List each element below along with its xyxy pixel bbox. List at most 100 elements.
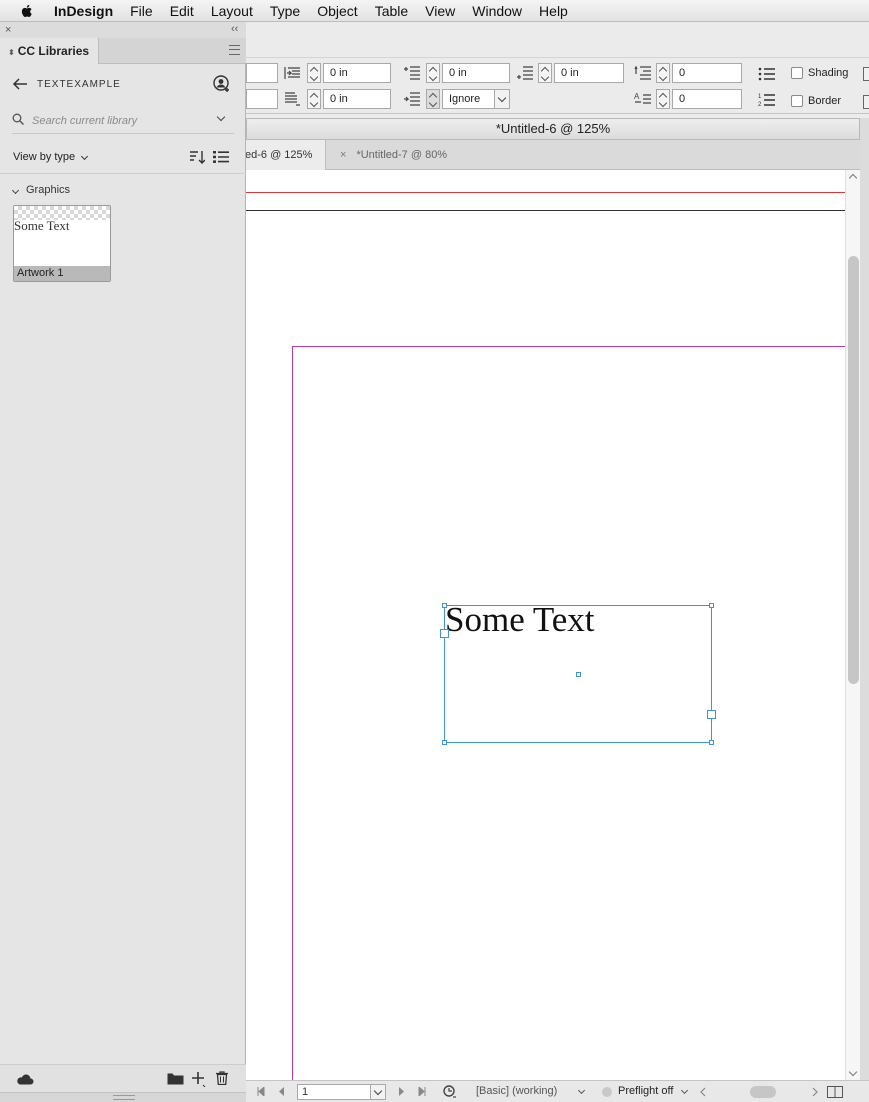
right-indent-field-partial[interactable] — [246, 89, 278, 109]
panel-close-icon[interactable]: × — [5, 24, 11, 36]
collaborate-icon[interactable] — [213, 75, 231, 93]
out-port[interactable] — [707, 710, 716, 719]
view-by-dropdown[interactable]: View by type — [13, 151, 75, 163]
first-line-indent-field[interactable]: 0 in — [323, 89, 391, 109]
search-scope-dropdown[interactable] — [216, 112, 226, 122]
section-header-graphics[interactable]: Graphics — [12, 184, 70, 196]
folder-icon[interactable] — [167, 1072, 184, 1085]
drop-cap-chars-field[interactable]: 0 — [672, 89, 742, 109]
menu-window[interactable]: Window — [472, 3, 522, 19]
panel-collapse-icon[interactable]: ‹‹ — [231, 23, 238, 35]
vertical-scrollbar[interactable] — [845, 170, 860, 1080]
panel-tab-label: CC Libraries — [17, 44, 90, 58]
handle-bottom-left[interactable] — [442, 740, 447, 745]
svg-text:A: A — [634, 92, 640, 101]
apple-icon[interactable] — [18, 2, 36, 20]
panel-resize-handle[interactable] — [0, 1092, 246, 1102]
page-number-dropdown[interactable] — [370, 1084, 386, 1100]
first-line-indent-stepper[interactable] — [307, 89, 321, 109]
tab-untitled-7[interactable]: × *Untitled-7 @ 80% — [330, 140, 470, 170]
align-to-grid-dropdown[interactable] — [494, 89, 510, 109]
menu-app-indesign[interactable]: InDesign — [54, 3, 113, 19]
chevron-down-icon[interactable] — [80, 152, 89, 161]
panel-tab-bar: ⬍ CC Libraries — [0, 38, 246, 64]
search-icon — [12, 113, 24, 125]
border-checkbox[interactable] — [791, 95, 803, 107]
last-page-icon[interactable] — [418, 1087, 426, 1096]
menu-object[interactable]: Object — [317, 3, 357, 19]
drop-cap-lines-icon — [634, 65, 651, 80]
drop-cap-chars-stepper[interactable] — [656, 89, 670, 109]
first-page-icon[interactable] — [257, 1087, 265, 1096]
space-after-stepper[interactable] — [538, 63, 552, 83]
text-frame[interactable]: Some Text — [440, 600, 716, 745]
panel-menu-icon[interactable] — [229, 45, 240, 55]
menu-type[interactable]: Type — [270, 3, 300, 19]
menu-table[interactable]: Table — [375, 3, 408, 19]
scroll-thumb[interactable] — [848, 256, 859, 684]
menu-view[interactable]: View — [425, 3, 455, 19]
in-port[interactable] — [440, 629, 449, 638]
document-tab-bar: ed-6 @ 125% × *Untitled-7 @ 80% — [246, 140, 860, 170]
next-page-icon[interactable] — [398, 1087, 406, 1096]
left-indent-field[interactable]: 0 in — [323, 63, 391, 83]
horizontal-scroll-thumb[interactable] — [750, 1086, 776, 1098]
align-to-grid-stepper[interactable] — [426, 89, 440, 109]
left-indent-stepper[interactable] — [307, 63, 321, 83]
bulleted-list-icon[interactable] — [758, 66, 776, 82]
menu-edit[interactable]: Edit — [170, 3, 194, 19]
margin-guide — [246, 192, 845, 193]
document-title-bar: *Untitled-6 @ 125% — [246, 118, 860, 140]
scroll-up-arrow[interactable] — [848, 173, 858, 183]
panel-expand-icon[interactable]: ⬍ — [8, 48, 15, 57]
tab-untitled-6[interactable]: ed-6 @ 125% — [246, 140, 326, 170]
scroll-right-arrow[interactable] — [812, 1087, 818, 1097]
shading-label: Shading — [808, 67, 849, 79]
menu-help[interactable]: Help — [539, 3, 568, 19]
scroll-left-arrow[interactable] — [700, 1087, 706, 1097]
preflight-menu-dropdown[interactable] — [680, 1086, 689, 1095]
align-to-grid-select[interactable]: Ignore — [442, 89, 498, 109]
split-window-icon[interactable] — [827, 1086, 843, 1098]
add-icon[interactable] — [191, 1071, 207, 1087]
left-indent-field-partial[interactable] — [246, 63, 278, 83]
menu-layout[interactable]: Layout — [211, 3, 253, 19]
search-input[interactable] — [32, 113, 212, 129]
shading-checkbox[interactable] — [791, 67, 803, 79]
scroll-down-arrow[interactable] — [848, 1067, 858, 1077]
frame-center-point[interactable] — [576, 672, 581, 677]
preflight-profile[interactable]: [Basic] (working) — [476, 1085, 557, 1097]
tab-cc-libraries[interactable]: ⬍ CC Libraries — [0, 38, 99, 64]
space-before-stepper[interactable] — [426, 63, 440, 83]
handle-top-left[interactable] — [442, 603, 447, 608]
text-frame-content[interactable]: Some Text — [445, 600, 595, 640]
back-arrow-icon[interactable] — [12, 76, 28, 92]
first-line-indent-icon — [285, 92, 300, 106]
preflight-profile-dropdown[interactable] — [577, 1086, 586, 1095]
preflight-status[interactable]: Preflight off — [618, 1085, 673, 1097]
drop-cap-lines-stepper[interactable] — [656, 63, 670, 83]
document-canvas[interactable]: Some Text — [246, 170, 845, 1080]
numbered-list-icon[interactable]: 12 — [758, 92, 776, 108]
sort-icon[interactable] — [189, 150, 205, 164]
view-options-row: View by type — [0, 144, 246, 174]
shading-color-swatch[interactable] — [863, 67, 869, 81]
handle-top-right[interactable] — [709, 603, 714, 608]
space-after-field[interactable]: 0 in — [554, 63, 624, 83]
library-name: TEXTEXAMPLE — [37, 79, 121, 90]
trash-icon[interactable] — [216, 1071, 228, 1085]
handle-bottom-right[interactable] — [709, 740, 714, 745]
border-color-swatch[interactable] — [863, 95, 869, 109]
cloud-icon[interactable] — [16, 1073, 34, 1085]
open-document-icon[interactable] — [443, 1085, 457, 1099]
panel-top-bar: × ‹‹ — [0, 22, 246, 38]
page-margin-left — [292, 346, 293, 1080]
space-before-field[interactable]: 0 in — [442, 63, 510, 83]
asset-thumbnail[interactable]: Some Text Artwork 1 — [13, 205, 111, 282]
tab-label: ed-6 @ 125% — [246, 149, 313, 161]
drop-cap-lines-field[interactable]: 0 — [672, 63, 742, 83]
previous-page-icon[interactable] — [277, 1087, 285, 1096]
tab-close-icon[interactable]: × — [340, 149, 346, 161]
menu-file[interactable]: File — [130, 3, 153, 19]
list-view-icon[interactable] — [213, 150, 229, 164]
